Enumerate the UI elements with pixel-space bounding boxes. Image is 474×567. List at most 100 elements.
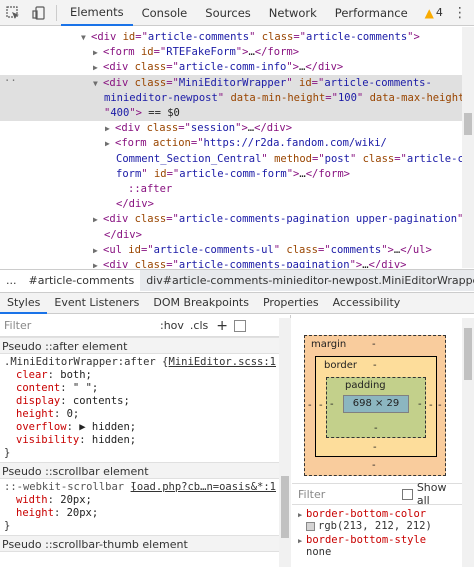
computed-property[interactable]: ▶ border-bottom-style none <box>292 533 462 559</box>
color-swatch[interactable] <box>306 521 315 531</box>
style-property[interactable]: width: 20px; <box>4 494 286 507</box>
expand-arrow-icon[interactable]: ▶ <box>93 258 103 268</box>
computed-sidebar-toggle-icon[interactable] <box>234 319 246 332</box>
dom-node-line[interactable]: ▶ <form action="https://r2da.fandom.com/w… <box>0 135 462 151</box>
tab-console[interactable]: Console <box>133 0 197 26</box>
style-rule: .MiniEditorWrapper:after { MiniEditor.sc… <box>0 354 290 462</box>
dom-token: =" <box>166 213 179 226</box>
tab-sources[interactable]: Sources <box>196 0 260 26</box>
style-property[interactable]: visibility: hidden; <box>4 434 286 447</box>
elements-scrollbar[interactable] <box>462 27 474 268</box>
style-property[interactable]: height: 20px; <box>4 507 286 520</box>
styles-pane: :hov .cls + Pseudo ::after element .Mini… <box>0 315 291 567</box>
device-toolbar-icon[interactable] <box>26 0 52 26</box>
computed-filter-input[interactable] <box>298 487 398 501</box>
style-property[interactable]: display: contents; <box>4 395 286 408</box>
expand-arrow-icon[interactable]: ▶ <box>105 136 115 151</box>
elements-scrollbar-thumb[interactable] <box>464 113 472 135</box>
warning-icon: ▲ <box>424 5 434 20</box>
collapse-arrow-icon[interactable]: ▼ <box>81 30 91 45</box>
more-options-icon[interactable]: ⋮ <box>453 5 467 21</box>
hov-toggle[interactable]: :hov <box>160 319 184 332</box>
dom-token: https://r2da.fandom.com/wiki/ <box>203 137 387 150</box>
dom-node-line[interactable]: Comment_Section_Central" method="post" c… <box>0 151 462 167</box>
dom-node-line[interactable]: ▶ <div class="article-comments-pagination… <box>0 257 462 268</box>
dom-node-line[interactable]: </div> <box>0 196 462 212</box>
pseudo-section-header: Pseudo ::scrollbar element <box>0 462 290 479</box>
dom-node-line[interactable]: ▼ <div class="MiniEditorWrapper" id="arti… <box>0 74 462 91</box>
style-property[interactable]: clear: both; <box>4 369 286 382</box>
dom-token: data-min-height <box>230 91 326 104</box>
tab-elements[interactable]: Elements <box>61 0 133 26</box>
new-style-rule-icon[interactable]: + <box>216 318 228 334</box>
dom-node-line[interactable]: </div> <box>0 227 462 243</box>
cls-toggle[interactable]: .cls <box>190 319 208 332</box>
rule-source-link[interactable]: MiniEditor.scss:1 <box>169 356 276 368</box>
dom-node-line[interactable]: ▶ <div class="article-comm-info">…</div> <box>0 59 462 75</box>
margin-label: margin <box>311 339 347 350</box>
margin-top-value: - <box>372 339 376 350</box>
dom-node-line[interactable]: ▶ <div class="article-comments-pagination… <box>0 211 462 227</box>
styles-filter-input[interactable] <box>4 319 154 332</box>
breadcrumb-ellipsis[interactable]: ... <box>0 274 23 287</box>
computed-scrollbar[interactable] <box>462 318 474 567</box>
tab-accessibility[interactable]: Accessibility <box>326 292 408 314</box>
dom-token: class <box>362 152 395 165</box>
rule-source-link[interactable]: load.php?cb…n=oasis&*:1 <box>131 481 276 493</box>
box-model-padding[interactable]: padding - - - 698 × 29 <box>326 377 426 438</box>
dom-token: article-comm-info <box>178 61 287 74</box>
show-all-checkbox[interactable] <box>402 488 413 500</box>
inspect-element-icon[interactable] <box>0 0 26 26</box>
tab-network[interactable]: Network <box>260 0 326 26</box>
dom-node-line[interactable]: minieditor-newpost" data-min-height="100… <box>0 89 462 106</box>
tab-dom-breakpoints[interactable]: DOM Breakpoints <box>146 292 256 314</box>
computed-filter-bar: Show all <box>292 481 462 507</box>
dom-token: id <box>299 76 312 89</box>
dom-node-line[interactable]: ::after <box>0 181 462 197</box>
expand-arrow-icon[interactable]: ▶ <box>93 45 103 60</box>
expand-arrow-icon[interactable]: ▶ <box>298 537 306 545</box>
style-property[interactable]: height: 0; <box>4 408 286 421</box>
tab-performance[interactable]: Performance <box>326 0 417 26</box>
expand-arrow-icon[interactable]: ▶ <box>105 121 115 136</box>
padding-left-value: - <box>330 399 334 410</box>
dom-token: <div <box>91 31 123 43</box>
box-model-border[interactable]: border - - - - padding - - - 698 × 29 <box>315 356 437 457</box>
dom-token: id <box>153 167 167 180</box>
collapse-arrow-icon[interactable]: ▼ <box>93 76 103 91</box>
tab-styles[interactable]: Styles <box>0 292 48 314</box>
style-property[interactable]: content: " "; <box>4 382 286 395</box>
dom-node-line[interactable]: ▼ <div id="article-comments" class="artic… <box>0 29 462 45</box>
expand-arrow-icon[interactable]: ▶ <box>93 212 103 227</box>
expand-arrow-icon[interactable]: ▶ <box>298 511 306 519</box>
styles-subtabs: Styles Event Listeners DOM Breakpoints P… <box>0 292 474 314</box>
computed-scrollbar-thumb[interactable] <box>464 328 472 380</box>
dom-node-line[interactable]: form" id="article-comm-form">…</form> <box>0 166 462 182</box>
box-model-content[interactable]: 698 × 29 <box>343 395 409 413</box>
computed-property[interactable]: ▶ border-bottom-color rgb(213, 212, 212) <box>292 507 462 533</box>
dom-token: article-comments <box>147 31 250 43</box>
node-actions-icon[interactable]: ·· <box>4 75 17 87</box>
dom-token: "> <box>235 122 248 135</box>
breadcrumb-item[interactable]: #article-comments <box>23 274 141 287</box>
dom-token: article-comm-form <box>179 167 287 180</box>
dom-token: </div> <box>116 198 154 211</box>
expand-arrow-icon[interactable]: ▶ <box>93 60 103 75</box>
tab-event-listeners[interactable]: Event Listeners <box>47 292 146 314</box>
styles-scrollbar-thumb[interactable] <box>281 476 289 538</box>
warnings-counter[interactable]: ▲ 4 <box>425 6 443 20</box>
dom-node-line[interactable]: ▶ <form id="RTEFakeForm">…</form> <box>0 44 462 60</box>
dom-token: "> <box>381 243 394 256</box>
dom-token: <div <box>103 259 135 268</box>
tab-properties[interactable]: Properties <box>256 292 326 314</box>
styles-scrollbar[interactable] <box>279 318 291 567</box>
style-property[interactable]: overflow: ▶ hidden; <box>4 421 286 434</box>
box-model-margin[interactable]: margin - - - - border - - - - padding - … <box>304 335 446 476</box>
dom-token: minieditor-newpost <box>104 91 218 104</box>
breadcrumb-item-current[interactable]: div#article-comments-minieditor-newpost.… <box>140 270 474 291</box>
margin-bottom-value: - <box>372 460 376 471</box>
dom-node-line[interactable]: ▶ <ul id="article-comments-ul" class="com… <box>0 242 462 258</box>
dom-node-line[interactable]: "400"> == $0 <box>0 105 462 121</box>
expand-arrow-icon[interactable]: ▶ <box>93 243 103 258</box>
dom-node-line[interactable]: ▶ <div class="session">…</div> <box>0 120 462 136</box>
